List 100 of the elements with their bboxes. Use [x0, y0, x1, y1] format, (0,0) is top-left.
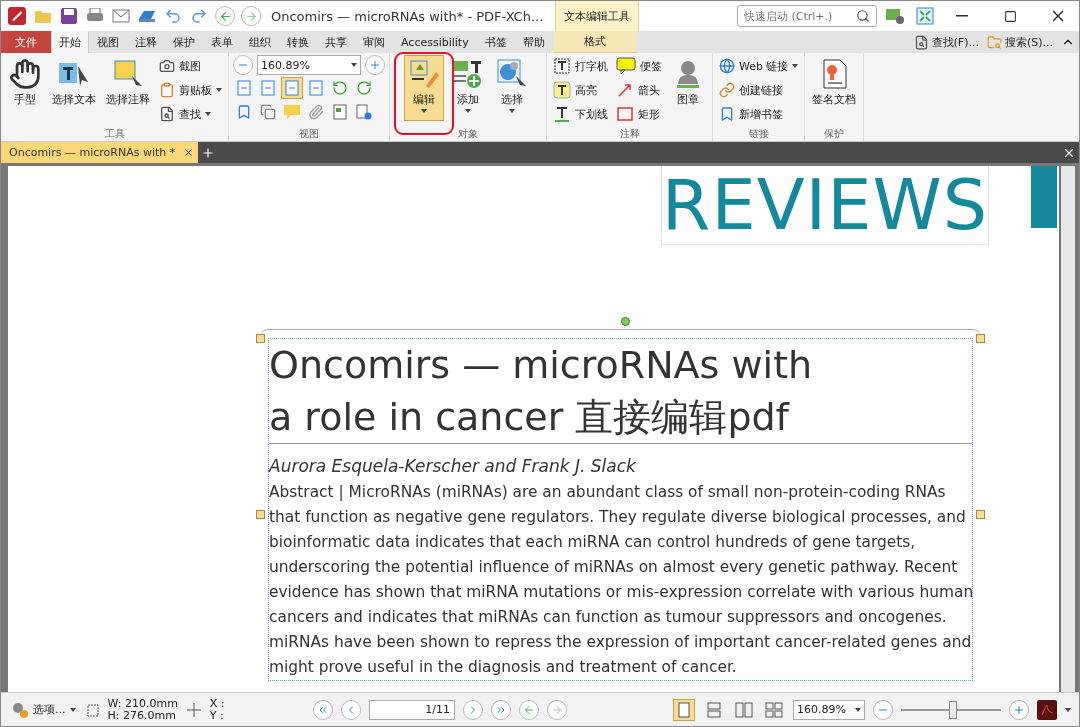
slider-thumb[interactable]: [949, 700, 957, 719]
ribbon-tab[interactable]: 开始: [51, 31, 89, 53]
plus-icon: [1013, 703, 1025, 716]
ribbon-tab[interactable]: 注释: [127, 31, 165, 53]
page-number-field[interactable]: 1/11: [369, 699, 455, 720]
zoom-out-button[interactable]: [873, 699, 893, 720]
page-height: H: 276.0mm: [107, 709, 177, 722]
pdf-viewer-icon[interactable]: [1037, 699, 1057, 720]
rotate-handle[interactable]: [620, 317, 630, 326]
resize-handle[interactable]: [976, 334, 985, 343]
gear-icon: [11, 700, 29, 719]
options-button[interactable]: 选项...: [9, 698, 78, 721]
forward-button[interactable]: [547, 699, 567, 720]
next-page-button[interactable]: [463, 699, 483, 720]
zoom-in-button[interactable]: [1009, 699, 1029, 720]
ribbon-button[interactable]: Web 链接: [717, 55, 801, 77]
ribbon-button[interactable]: 手型: [5, 55, 45, 121]
cursor-y: Y :: [209, 709, 225, 722]
zoom-out-button[interactable]: [233, 55, 253, 75]
camera-icon: [159, 58, 175, 74]
document-tab[interactable]: Oncomirs — microRNAs with *: [1, 142, 199, 163]
ribbon-button[interactable]: 箭头: [614, 79, 664, 101]
fullscreen-icon[interactable]: [915, 6, 935, 26]
ribbon-button[interactable]: 下划线: [551, 103, 610, 125]
ribbon-button[interactable]: 编辑: [404, 55, 444, 121]
crosshair-icon: [185, 701, 202, 718]
menu-command[interactable]: 搜索(S)...: [982, 31, 1057, 53]
article-authors: Aurora Esquela-Kerscher and Frank J. Slack: [269, 456, 637, 476]
page-width: W: 210.0mm: [107, 697, 178, 710]
ribbon-tab[interactable]: 视图: [89, 31, 127, 53]
ribbon-tab[interactable]: Accessibility: [393, 31, 477, 53]
ribbon-button[interactable]: 新增书签: [717, 103, 801, 125]
forward-button[interactable]: [241, 6, 261, 26]
ribbon-button[interactable]: 查找: [157, 103, 224, 125]
fit-width-icon[interactable]: [281, 77, 303, 99]
ribbon-button[interactable]: 选择文本: [49, 55, 99, 121]
ribbon-tab[interactable]: 表单: [203, 31, 241, 53]
folder-search-icon: [986, 34, 1002, 50]
resize-handle[interactable]: [976, 510, 985, 519]
ribbon-button[interactable]: 高亮: [551, 79, 610, 101]
ribbon-tab[interactable]: 保护: [165, 31, 203, 53]
page-accent-bar: [1031, 166, 1057, 228]
quick-launch-field[interactable]: 快速启动 (Ctrl+.): [737, 5, 877, 27]
highlight-icon: [553, 81, 571, 99]
file-menu[interactable]: 文件: [1, 31, 51, 53]
single-page-icon[interactable]: [673, 698, 695, 721]
plus-icon: [201, 145, 216, 160]
arrow-right-icon: [551, 703, 563, 716]
ribbon-button[interactable]: 打字机: [551, 55, 610, 77]
article-title: Oncomirs — microRNAs with a role in cancer 直接编辑pdf: [269, 339, 972, 444]
save-icon[interactable]: [59, 6, 79, 26]
resize-handle[interactable]: [256, 334, 265, 343]
find-icon: [159, 106, 175, 122]
ribbon-tab[interactable]: 审阅: [355, 31, 393, 53]
minimize-icon: [956, 15, 968, 17]
ribbon-button[interactable]: 创建链接: [717, 79, 801, 101]
zoom-field[interactable]: 160.89%: [257, 55, 361, 75]
abstract-text: Abstract | MicroRNAs (miRNAs) are an abundant class of small non-protein-coding RNAs that function as negative gene regulators. They regulate diverse biological processes, and bioinformatic data indicates that each miRNA can control hundreds of gene targets, underscoring the potential influence of miRNAs on almost every genetic pathway. Recent evidence has shown that miRNA mutations or mis-expression correlate with various human cancers and indicates that miRNAs can function as tumour suppressors and oncogenes. miRNAs have been shown to repress the expression of important cancer-related genes and might prove useful in the diagnosis and treatment of cancer.: [269, 482, 974, 678]
edit-object-icon: [408, 58, 440, 90]
ribbon-tab[interactable]: 组织: [241, 31, 279, 53]
page-size-icon: [85, 701, 100, 718]
group-label: 保护: [824, 127, 845, 141]
ribbon-tab[interactable]: 共享: [317, 31, 355, 53]
ribbon-button[interactable]: 选择: [492, 55, 532, 121]
plus-icon: [369, 59, 381, 71]
typewriter-icon: [553, 57, 571, 75]
first-page-button[interactable]: [313, 699, 333, 720]
sticky-note-icon: [616, 57, 636, 75]
resize-handle[interactable]: [256, 510, 265, 519]
close-icon: [183, 147, 195, 158]
previous-page-button[interactable]: [341, 699, 361, 720]
ribbon-tab[interactable]: 书签: [476, 31, 515, 53]
ribbon-button[interactable]: 便签: [614, 55, 664, 77]
ribbon-button[interactable]: 截图: [157, 55, 224, 77]
last-page-button[interactable]: [491, 699, 511, 720]
menu-command[interactable]: 查找(F)...: [909, 31, 983, 53]
back-button[interactable]: [215, 6, 235, 26]
arrow-left-icon: [218, 9, 232, 23]
back-button[interactable]: [519, 699, 539, 720]
ribbon-tab[interactable]: 格式: [552, 31, 637, 53]
ribbon-button[interactable]: 签名文档: [809, 55, 860, 121]
email-icon[interactable]: [111, 6, 131, 26]
ribbon-tab[interactable]: 转换: [279, 31, 317, 53]
ribbon-button[interactable]: 矩形: [614, 103, 664, 125]
hand-icon: [9, 58, 41, 90]
group-label: 工具: [104, 127, 125, 141]
scrollbar[interactable]: [1061, 166, 1075, 692]
caret-icon: [69, 707, 76, 712]
clipboard-icon: [159, 82, 175, 98]
ribbon-button[interactable]: 剪贴板: [157, 79, 224, 101]
ribbon-button[interactable]: 图章: [668, 55, 708, 121]
zoom-field[interactable]: 160.89%: [793, 699, 865, 720]
ribbon-tab[interactable]: 帮助: [514, 31, 553, 53]
rectangle-icon: [616, 105, 634, 123]
group-label: 链接: [748, 127, 769, 141]
zoom-in-button[interactable]: [365, 55, 385, 75]
ribbon-button[interactable]: 添加: [448, 55, 488, 121]
search-icon: [856, 9, 870, 23]
ribbon-button[interactable]: 选择注释: [103, 55, 153, 121]
group-label: 注释: [619, 127, 640, 141]
